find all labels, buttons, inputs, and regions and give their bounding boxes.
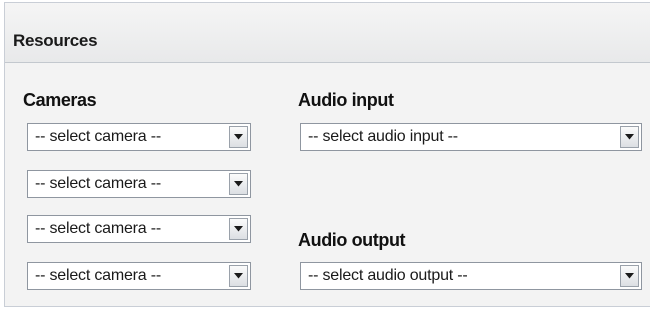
audio-output-value: -- select audio output -- (308, 267, 468, 284)
dropdown-button[interactable] (229, 265, 248, 287)
camera-select-value: -- select camera -- (35, 267, 161, 284)
camera-select-1[interactable]: -- select camera -- (27, 123, 251, 151)
camera-select-value: -- select camera -- (35, 175, 161, 192)
chevron-down-icon (625, 273, 634, 279)
chevron-down-icon (234, 273, 243, 279)
audio-output-select[interactable]: -- select audio output -- (300, 262, 642, 290)
camera-select-2[interactable]: -- select camera -- (27, 170, 251, 198)
panel-header: Resources (5, 3, 650, 63)
panel-title: Resources (13, 31, 98, 50)
chevron-down-icon (234, 226, 243, 232)
dropdown-button[interactable] (229, 218, 248, 240)
dropdown-button[interactable] (229, 173, 248, 195)
dropdown-button[interactable] (620, 126, 639, 148)
camera-select-value: -- select camera -- (35, 128, 161, 145)
camera-select-3[interactable]: -- select camera -- (27, 215, 251, 243)
dropdown-button[interactable] (229, 126, 248, 148)
resources-panel: Resources Cameras -- select camera -- --… (4, 2, 650, 307)
dropdown-button[interactable] (620, 265, 639, 287)
chevron-down-icon (234, 134, 243, 140)
camera-select-4[interactable]: -- select camera -- (27, 262, 251, 290)
cameras-label: Cameras (23, 90, 97, 110)
chevron-down-icon (234, 181, 243, 187)
chevron-down-icon (625, 134, 634, 140)
audio-input-label: Audio input (298, 90, 394, 110)
audio-output-label: Audio output (298, 230, 406, 250)
camera-select-value: -- select camera -- (35, 220, 161, 237)
audio-input-select[interactable]: -- select audio input -- (300, 123, 642, 151)
audio-input-value: -- select audio input -- (308, 128, 458, 145)
